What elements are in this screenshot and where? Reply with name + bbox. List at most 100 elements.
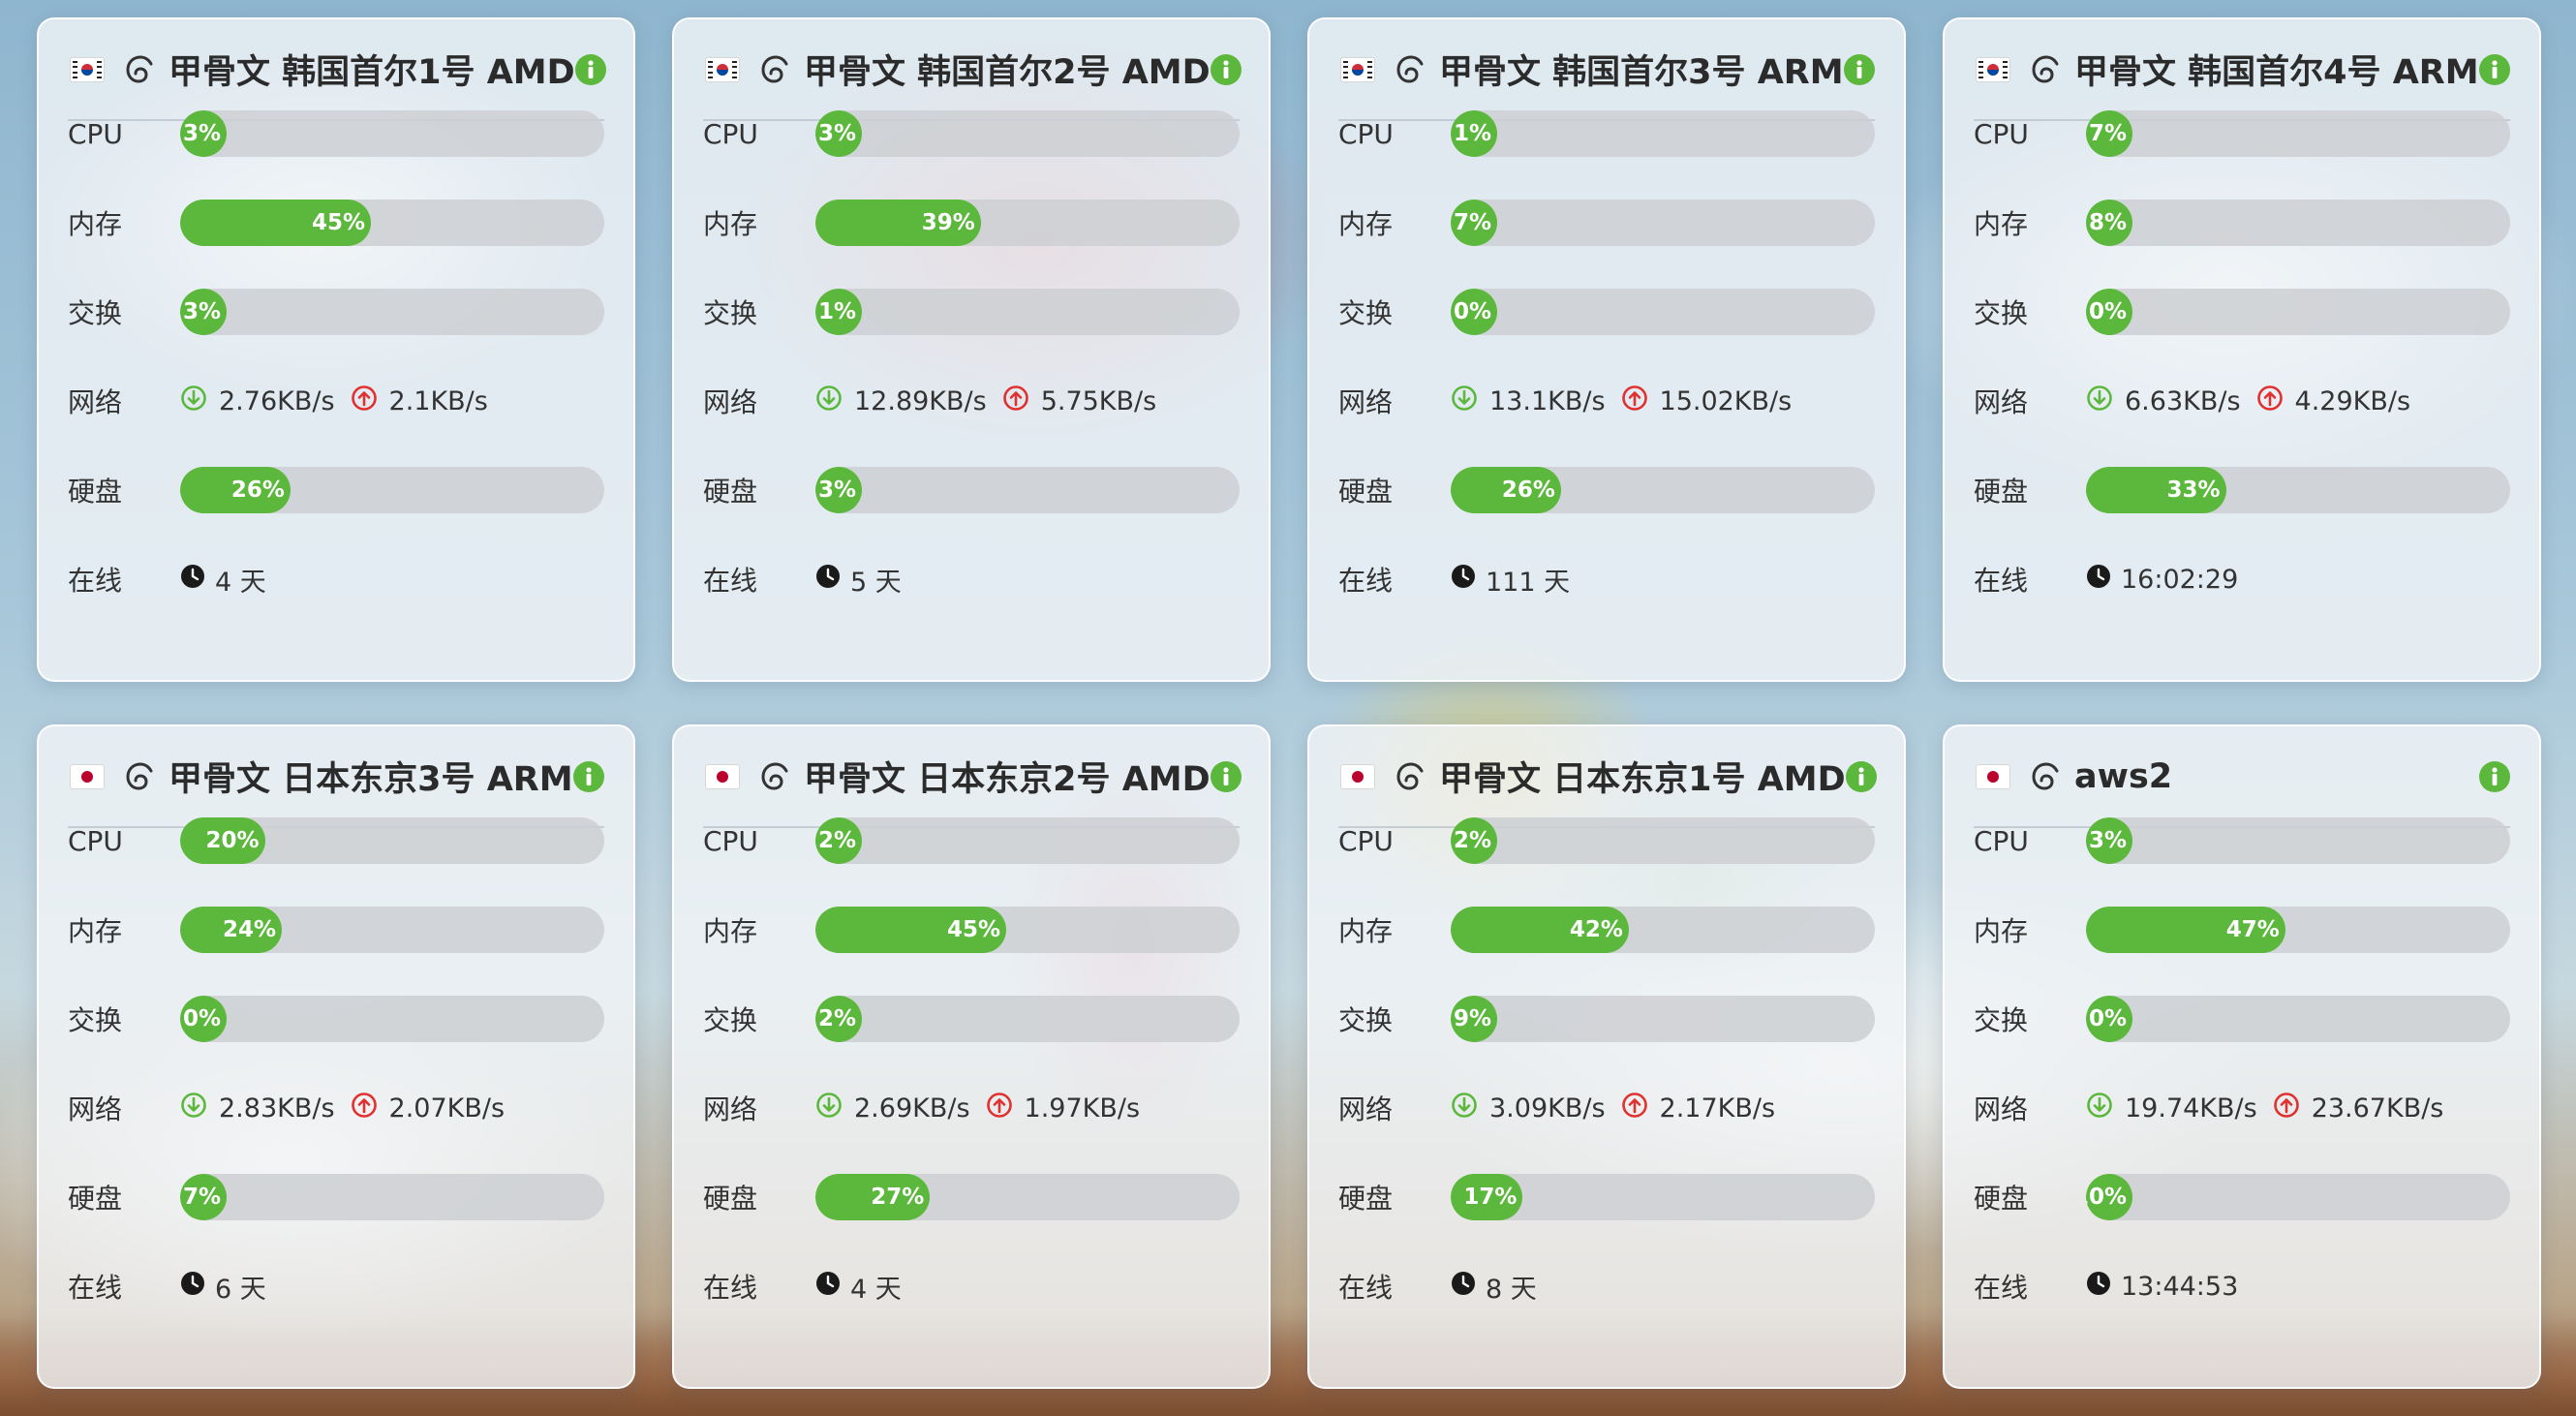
- info-icon[interactable]: [1844, 53, 1875, 85]
- server-card[interactable]: 甲骨文 韩国首尔4号 ARM CPU 7% 内存 8% 交换 0% 网络 6.6…: [1943, 17, 2541, 682]
- cpu-bar: 3%: [180, 110, 604, 157]
- disk-bar: 7%: [180, 1174, 604, 1220]
- info-icon[interactable]: [1210, 53, 1242, 85]
- disk-percent: 17%: [1463, 1185, 1518, 1210]
- server-card[interactable]: 甲骨文 韩国首尔3号 ARM CPU 1% 内存 7% 交换 0% 网络 13.…: [1307, 17, 1906, 682]
- upload-arrow-icon: [351, 1092, 378, 1125]
- memory-percent: 8%: [2088, 210, 2127, 235]
- cpu-percent: 3%: [182, 121, 221, 146]
- disk-row: 硬盘 27%: [703, 1168, 1240, 1226]
- disk-percent: 3%: [817, 477, 856, 503]
- uptime-row: 在线 13:44:53: [1974, 1257, 2510, 1315]
- server-card[interactable]: 甲骨文 日本东京3号 ARM CPU 20% 内存 24% 交换 0% 网络 2…: [37, 724, 635, 1389]
- download-arrow-icon: [1451, 1092, 1478, 1125]
- memory-percent: 7%: [1453, 210, 1491, 235]
- network-row: 网络 13.1KB/s 15.02KB/s: [1338, 372, 1875, 430]
- disk-percent: 33%: [2166, 477, 2221, 503]
- network-speed: 3.09KB/s 2.17KB/s: [1451, 1092, 1775, 1125]
- korea-flag-icon: [70, 56, 105, 82]
- network-speed: 19.74KB/s 23.67KB/s: [2086, 1092, 2443, 1125]
- server-card[interactable]: 甲骨文 韩国首尔1号 AMD CPU 3% 内存 45% 交换 3% 网络 2.…: [37, 17, 635, 682]
- swap-bar: 3%: [180, 289, 604, 335]
- swap-percent: 0%: [2088, 299, 2127, 324]
- swap-percent: 2%: [817, 1006, 856, 1031]
- memory-bar: 39%: [815, 200, 1240, 246]
- uptime-value-group: 16:02:29: [2086, 564, 2238, 596]
- swap-bar-fill: 9%: [1451, 996, 1497, 1042]
- cpu-bar: 7%: [2086, 110, 2510, 157]
- memory-row: 内存 42%: [1338, 901, 1875, 959]
- disk-row: 硬盘 10%: [1974, 1168, 2510, 1226]
- swap-row: 交换 0%: [1974, 990, 2510, 1048]
- disk-label: 硬盘: [68, 1183, 123, 1215]
- info-icon[interactable]: [1210, 760, 1242, 792]
- cpu-bar-fill: 2%: [815, 817, 862, 864]
- info-icon[interactable]: [2479, 53, 2510, 85]
- clock-icon: [180, 564, 215, 596]
- info-icon[interactable]: [1845, 760, 1877, 792]
- uptime-value: 5 天: [850, 567, 902, 598]
- swap-bar-fill: 3%: [180, 289, 227, 335]
- download-speed: 3.09KB/s: [1489, 1093, 1606, 1124]
- disk-bar-fill: 26%: [180, 467, 291, 513]
- server-card[interactable]: aws2 CPU 3% 内存 47% 交换 0% 网络 19.74KB/s 23…: [1943, 724, 2541, 1389]
- upload-speed: 2.07KB/s: [388, 1093, 506, 1124]
- disk-percent: 7%: [182, 1185, 221, 1210]
- info-icon[interactable]: [573, 760, 604, 792]
- memory-bar-fill: 39%: [815, 200, 981, 246]
- disk-percent: 26%: [1501, 477, 1555, 503]
- swap-bar: 0%: [1451, 289, 1875, 335]
- memory-row: 内存 7%: [1338, 194, 1875, 252]
- cpu-percent: 3%: [2088, 828, 2127, 853]
- network-label: 网络: [703, 386, 758, 418]
- server-card[interactable]: 甲骨文 日本东京2号 AMD CPU 2% 内存 45% 交换 2% 网络 2.…: [672, 724, 1271, 1389]
- cpu-row: CPU 3%: [68, 105, 604, 163]
- network-row: 网络 19.74KB/s 23.67KB/s: [1974, 1079, 2510, 1137]
- swap-bar: 1%: [815, 289, 1240, 335]
- disk-bar: 26%: [180, 467, 604, 513]
- cpu-row: CPU 2%: [703, 812, 1240, 870]
- server-card[interactable]: 甲骨文 韩国首尔2号 AMD CPU 3% 内存 39% 交换 1% 网络 12…: [672, 17, 1271, 682]
- network-row: 网络 6.63KB/s 4.29KB/s: [1974, 372, 2510, 430]
- cpu-bar: 3%: [815, 110, 1240, 157]
- memory-bar-fill: 45%: [815, 907, 1007, 953]
- disk-bar: 3%: [815, 467, 1240, 513]
- network-label: 网络: [1974, 1093, 2029, 1125]
- korea-flag-icon: [1976, 56, 2010, 82]
- japan-flag-icon: [1340, 763, 1375, 789]
- debian-logo-icon: [759, 760, 790, 793]
- upload-speed: 5.75KB/s: [1040, 385, 1157, 416]
- info-icon[interactable]: [574, 53, 606, 85]
- server-title: aws2: [2074, 756, 2173, 796]
- server-title: 甲骨文 韩国首尔4号 ARM: [2074, 53, 2479, 92]
- uptime-value: 111 天: [1486, 567, 1571, 598]
- uptime-value: 13:44:53: [2121, 1271, 2239, 1302]
- disk-bar-fill: 26%: [1451, 467, 1561, 513]
- memory-bar-fill: 8%: [2086, 200, 2132, 246]
- swap-bar: 0%: [2086, 289, 2510, 335]
- disk-row: 硬盘 17%: [1338, 1168, 1875, 1226]
- server-card[interactable]: 甲骨文 日本东京1号 AMD CPU 2% 内存 42% 交换 9% 网络 3.…: [1307, 724, 1906, 1389]
- upload-arrow-icon: [2256, 385, 2284, 418]
- cpu-label: CPU: [703, 824, 758, 857]
- cpu-bar-fill: 1%: [1451, 110, 1497, 157]
- memory-label: 内存: [68, 915, 123, 947]
- memory-label: 内存: [703, 208, 758, 240]
- upload-speed: 15.02KB/s: [1659, 385, 1793, 416]
- clock-icon: [180, 1271, 215, 1303]
- korea-flag-icon: [1340, 56, 1375, 82]
- swap-bar-fill: 1%: [815, 289, 862, 335]
- disk-bar: 33%: [2086, 467, 2510, 513]
- debian-logo-icon: [1395, 760, 1426, 793]
- debian-logo-icon: [2030, 760, 2061, 793]
- server-title: 甲骨文 日本东京2号 AMD: [804, 760, 1211, 799]
- cpu-row: CPU 3%: [1974, 812, 2510, 870]
- memory-row: 内存 45%: [703, 901, 1240, 959]
- info-icon[interactable]: [2479, 760, 2510, 792]
- disk-label: 硬盘: [703, 1183, 758, 1215]
- network-row: 网络 2.83KB/s 2.07KB/s: [68, 1079, 604, 1137]
- cpu-row: CPU 1%: [1338, 105, 1875, 163]
- server-title: 甲骨文 日本东京1号 AMD: [1439, 760, 1846, 799]
- disk-label: 硬盘: [1974, 476, 2029, 508]
- memory-bar: 24%: [180, 907, 604, 953]
